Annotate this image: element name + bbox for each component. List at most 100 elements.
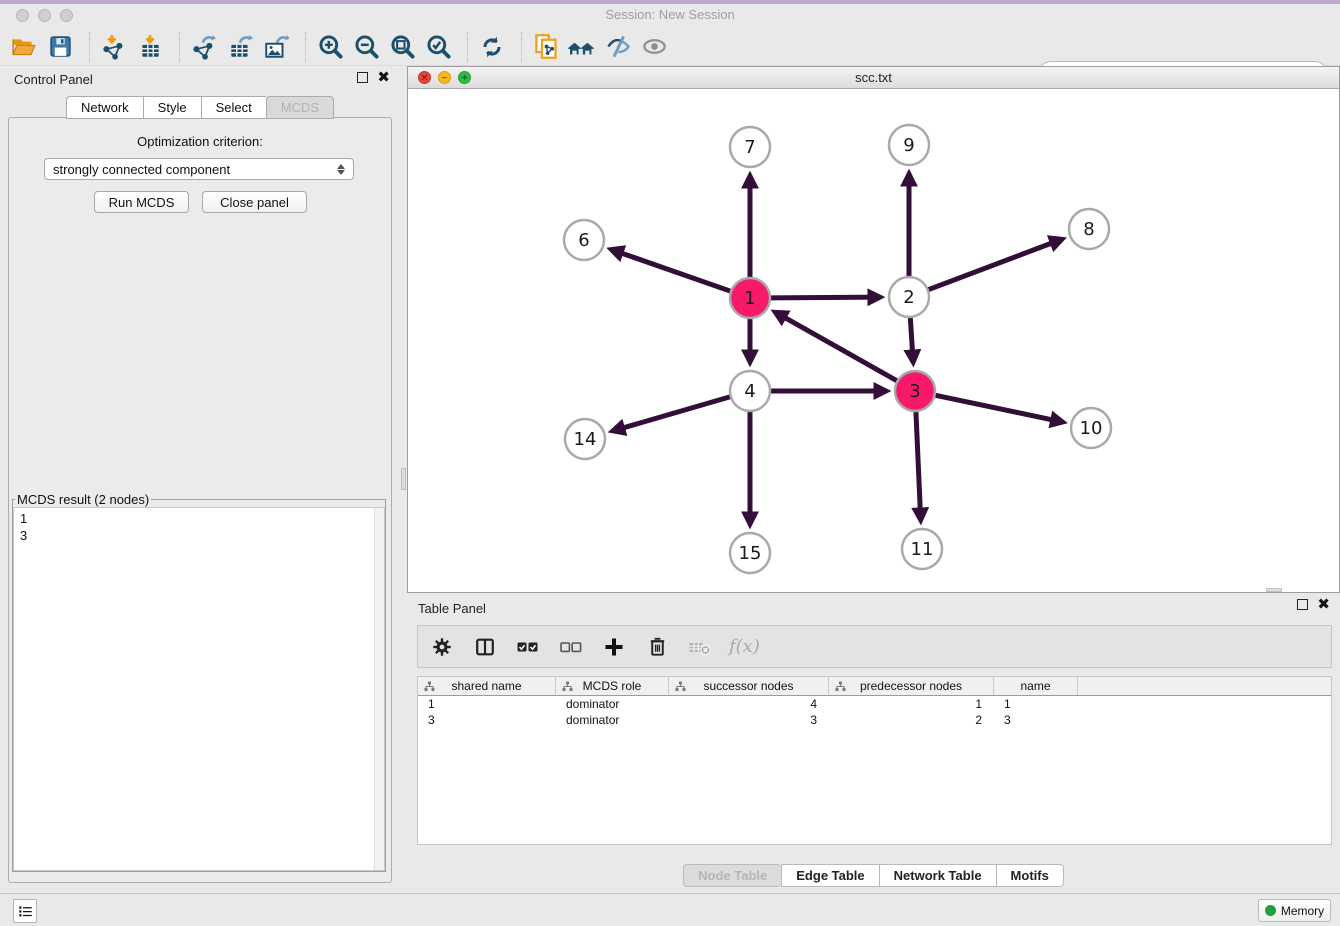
zoom-in-button[interactable] <box>312 30 348 64</box>
cell-name: 1 <box>994 696 1078 712</box>
checked-checkboxes-icon <box>516 635 540 659</box>
export-network-button[interactable] <box>186 30 222 64</box>
column-type-icon <box>562 681 573 692</box>
memory-button[interactable]: Memory <box>1258 899 1331 922</box>
node-table[interactable]: shared nameMCDS rolesuccessor nodesprede… <box>417 676 1332 845</box>
mcds-result-scrollbar[interactable] <box>374 508 384 870</box>
close-table-panel-icon[interactable]: ✖ <box>1317 599 1330 610</box>
task-history-button[interactable] <box>13 899 37 923</box>
save-session-button[interactable] <box>42 30 78 64</box>
select-all-columns-button[interactable] <box>514 633 542 661</box>
float-table-panel-icon[interactable] <box>1297 599 1308 610</box>
deselect-all-columns-button[interactable] <box>557 633 585 661</box>
vertical-splitter-handle[interactable] <box>401 468 406 490</box>
tab-network[interactable]: Network <box>66 96 143 119</box>
edge-3-to-11[interactable] <box>916 412 921 520</box>
delete-table-icon <box>688 635 712 659</box>
run-mcds-button[interactable]: Run MCDS <box>94 191 189 213</box>
export-network-icon <box>191 34 217 60</box>
zoom-selected-button[interactable] <box>420 30 456 64</box>
export-image-button[interactable] <box>258 30 294 64</box>
show-columns-button[interactable] <box>471 633 499 661</box>
node-label-14: 14 <box>574 429 597 450</box>
window-traffic-lights[interactable] <box>16 9 73 22</box>
column-header-successor-nodes[interactable]: successor nodes <box>669 677 829 695</box>
import-network-button[interactable] <box>96 30 132 64</box>
vertical-splitter[interactable] <box>400 66 407 888</box>
edge-1-to-6[interactable] <box>611 250 730 292</box>
node-table-header: shared nameMCDS rolesuccessor nodesprede… <box>418 677 1331 696</box>
optimization-criterion-select[interactable]: strongly connected component <box>44 158 354 180</box>
edge-2-to-3[interactable] <box>910 318 913 362</box>
cell-MCDS-role: dominator <box>556 696 669 712</box>
network-view-window: ✕ − + scc.txt 7968124314101511 <box>407 66 1340 593</box>
tab-select[interactable]: Select <box>201 96 266 119</box>
hide-selected-button[interactable] <box>600 30 636 64</box>
table-row-3[interactable]: 3dominator323 <box>418 712 1331 728</box>
show-all-button[interactable] <box>636 30 672 64</box>
column-header-name[interactable]: name <box>994 677 1078 695</box>
delete-columns-button[interactable] <box>643 633 671 661</box>
select-stepper-icon <box>337 164 345 175</box>
column-header-shared-name[interactable]: shared name <box>418 677 556 695</box>
node-label-4: 4 <box>744 381 755 402</box>
mcds-result-textarea[interactable]: 1 3 <box>13 507 385 871</box>
window-titlebar: Session: New Session <box>0 0 1340 28</box>
network-minimize-icon[interactable]: − <box>438 71 451 84</box>
edge-1-to-2[interactable] <box>771 297 880 298</box>
control-panel-tabs: NetworkStyleSelectMCDS <box>0 96 400 119</box>
control-panel: Control Panel ✖ NetworkStyleSelectMCDS O… <box>0 66 400 888</box>
zoom-fit-button[interactable] <box>384 30 420 64</box>
first-neighbors-button[interactable] <box>564 30 600 64</box>
zoom-window-icon[interactable] <box>60 9 73 22</box>
tab-mcds[interactable]: MCDS <box>266 96 334 119</box>
edge-3-to-1[interactable] <box>775 312 896 380</box>
import-table-button[interactable] <box>132 30 168 64</box>
mcds-result-text: 1 3 <box>14 508 384 546</box>
close-panel-icon[interactable]: ✖ <box>377 72 390 83</box>
mcds-result-group: MCDS result (2 nodes) 1 3 <box>12 492 386 872</box>
gear-icon <box>431 636 453 658</box>
tab-style[interactable]: Style <box>143 96 201 119</box>
new-network-from-selection-icon <box>533 33 560 60</box>
open-file-button[interactable] <box>6 30 42 64</box>
tab-network-table[interactable]: Network Table <box>879 864 996 887</box>
function-builder-button[interactable]: f(x) <box>729 633 760 661</box>
create-column-button[interactable] <box>600 633 628 661</box>
tab-node-table[interactable]: Node Table <box>683 864 781 887</box>
edge-4-to-14[interactable] <box>613 397 730 431</box>
edge-2-to-8[interactable] <box>929 239 1062 289</box>
cell-successor-nodes: 4 <box>669 696 829 712</box>
list-icon <box>18 904 33 919</box>
column-header-predecessor-nodes[interactable]: predecessor nodes <box>829 677 994 695</box>
table-row-1[interactable]: 1dominator411 <box>418 696 1331 712</box>
network-window-titlebar[interactable]: ✕ − + scc.txt <box>408 67 1339 89</box>
export-table-button[interactable] <box>222 30 258 64</box>
tab-edge-table[interactable]: Edge Table <box>781 864 878 887</box>
float-panel-icon[interactable] <box>357 72 368 83</box>
edge-3-to-10[interactable] <box>936 395 1063 422</box>
close-window-icon[interactable] <box>16 9 29 22</box>
node-label-2: 2 <box>903 287 914 308</box>
horizontal-splitter-handle[interactable] <box>1266 588 1282 592</box>
refresh-button[interactable] <box>474 30 510 64</box>
column-header-MCDS-role[interactable]: MCDS role <box>556 677 669 695</box>
first-neighbors-icon <box>567 34 597 60</box>
new-network-from-selection-button[interactable] <box>528 30 564 64</box>
tab-motifs[interactable]: Motifs <box>996 864 1064 887</box>
table-settings-button[interactable] <box>428 633 456 661</box>
export-image-icon <box>263 34 289 60</box>
network-graph-canvas[interactable]: 7968124314101511 <box>408 89 1339 592</box>
control-panel-header: Control Panel ✖ <box>0 66 400 92</box>
table-panel: Table Panel ✖ <box>407 593 1340 893</box>
optimization-criterion-value: strongly connected component <box>53 162 230 177</box>
delete-table-button[interactable] <box>686 633 714 661</box>
column-type-icon <box>424 681 435 692</box>
network-maximize-icon[interactable]: + <box>458 71 471 84</box>
network-close-icon[interactable]: ✕ <box>418 71 431 84</box>
zoom-out-button[interactable] <box>348 30 384 64</box>
minimize-window-icon[interactable] <box>38 9 51 22</box>
columns-icon <box>474 636 496 658</box>
cell-name: 3 <box>994 712 1078 728</box>
close-panel-button[interactable]: Close panel <box>202 191 307 213</box>
